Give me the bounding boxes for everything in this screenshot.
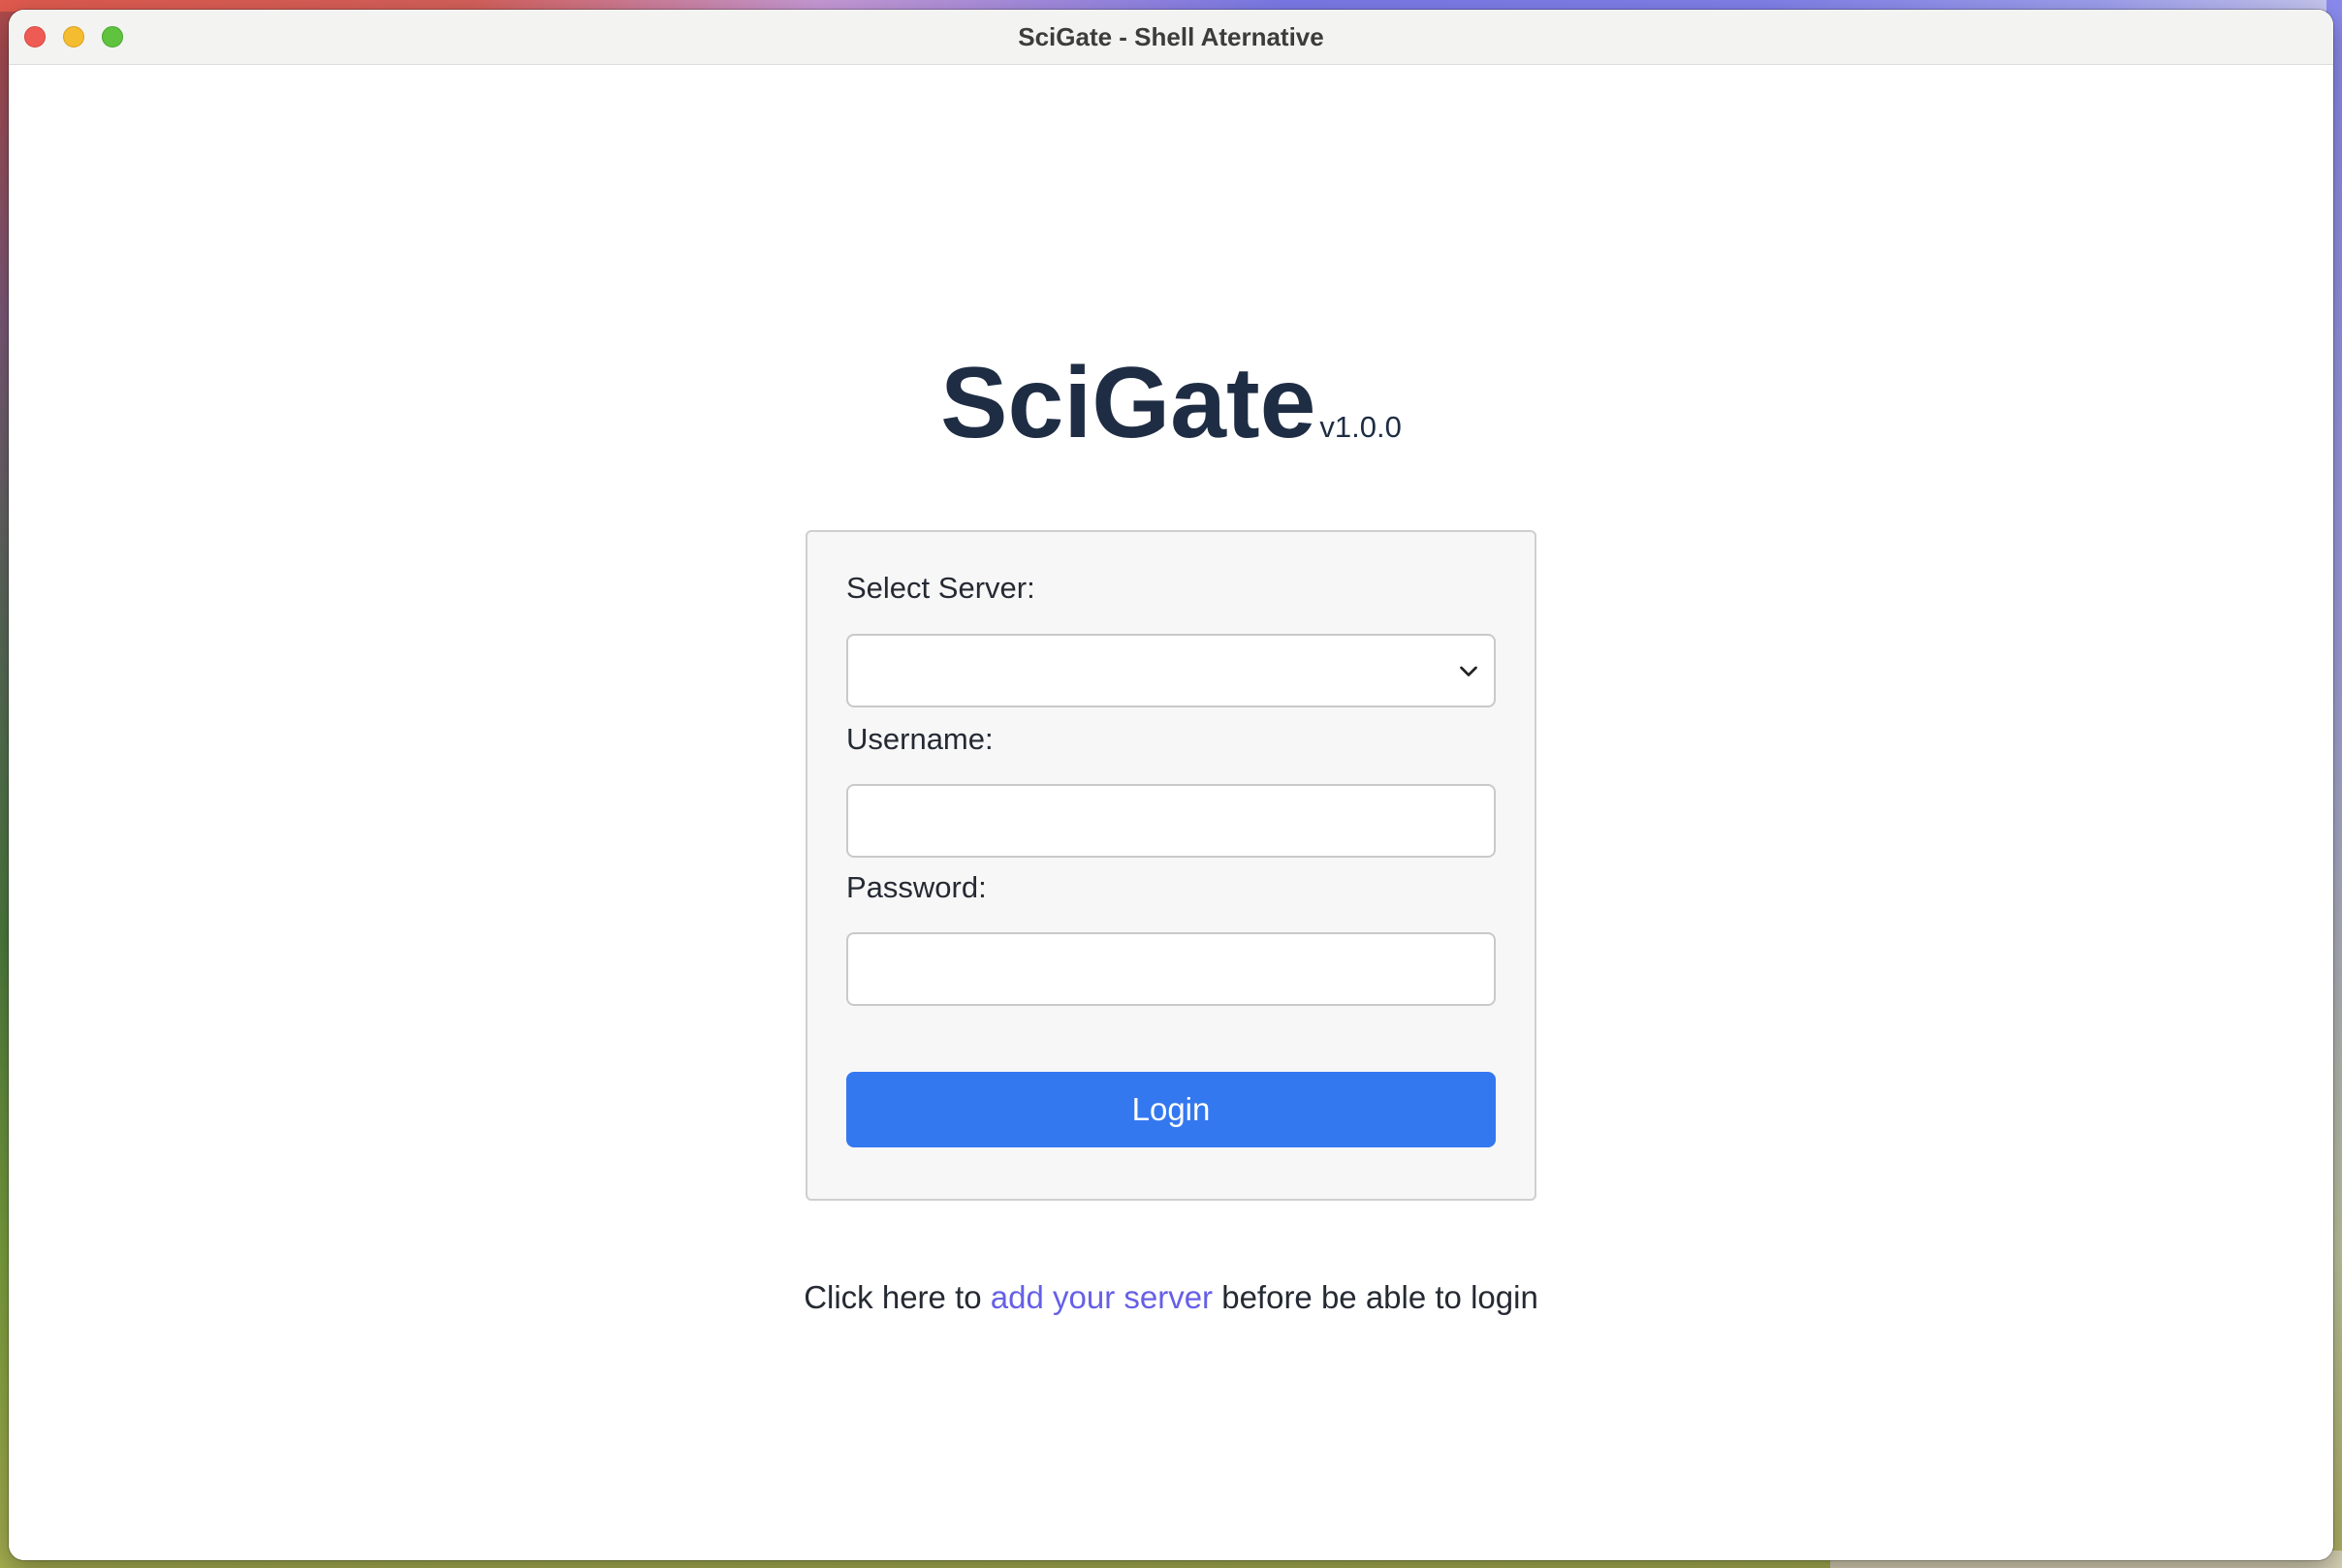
- password-input[interactable]: [846, 932, 1496, 1006]
- add-server-suffix: before be able to login: [1221, 1279, 1538, 1315]
- app-window: SciGate - Shell Aternative SciGate v1.0.0…: [9, 10, 2333, 1560]
- server-label: Select Server:: [846, 571, 1035, 605]
- login-button[interactable]: Login: [846, 1072, 1496, 1147]
- brand-version: v1.0.0: [1319, 410, 1402, 444]
- add-server-note: Click here to add your server before be …: [9, 1279, 2333, 1316]
- window-titlebar[interactable]: SciGate - Shell Aternative: [9, 10, 2333, 65]
- password-label: Password:: [846, 870, 987, 904]
- chevron-down-icon: [1460, 666, 1477, 676]
- add-server-prefix: Click here to: [804, 1279, 982, 1315]
- login-card: Select Server: Username: Password: Login: [806, 530, 1536, 1201]
- login-page: SciGate v1.0.0 Select Server: Username: P…: [9, 65, 2333, 1560]
- window-title: SciGate - Shell Aternative: [1018, 22, 1324, 51]
- username-label: Username:: [846, 722, 994, 756]
- username-input[interactable]: [846, 784, 1496, 858]
- brand-name: SciGate: [940, 347, 1316, 459]
- brand-heading: SciGate v1.0.0: [9, 346, 2333, 461]
- add-server-link[interactable]: add your server: [991, 1279, 1213, 1315]
- server-select[interactable]: [846, 634, 1496, 707]
